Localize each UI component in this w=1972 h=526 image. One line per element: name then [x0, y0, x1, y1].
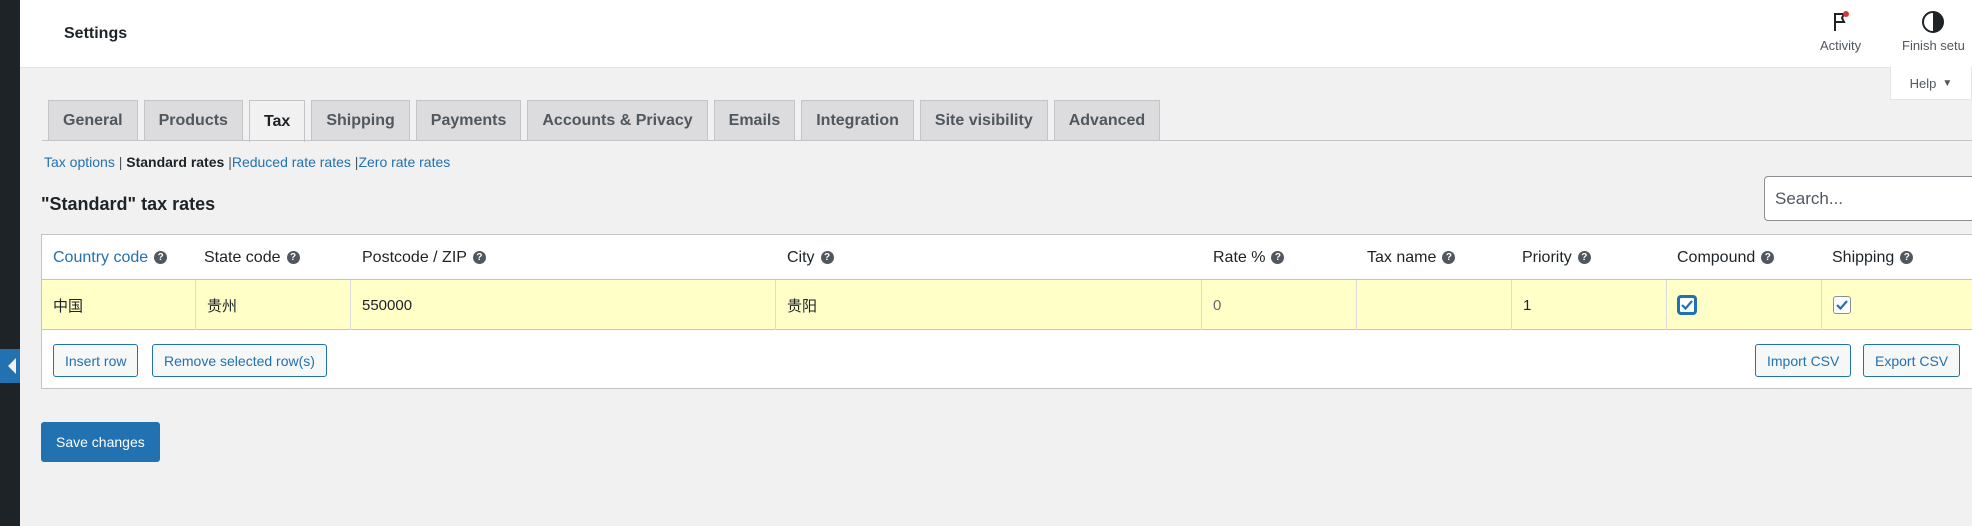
- column-header: Tax name?: [1367, 235, 1456, 280]
- tabs-divider: [42, 140, 1972, 141]
- column-header: Postcode / ZIP?: [362, 235, 486, 280]
- table-row[interactable]: 中国 贵州 550000 贵阳 0 1: [42, 280, 1972, 330]
- checkmark-icon: [1681, 300, 1693, 311]
- help-icon[interactable]: ?: [1442, 251, 1456, 264]
- priority-cell[interactable]: 1: [1512, 280, 1667, 330]
- checkmark-icon: [1836, 300, 1848, 311]
- country-cell[interactable]: 中国: [42, 280, 196, 330]
- column-header: City?: [787, 235, 834, 280]
- remove-rows-button[interactable]: Remove selected row(s): [152, 344, 327, 377]
- column-header: Priority?: [1522, 235, 1591, 280]
- rate-cell[interactable]: 0: [1202, 280, 1357, 330]
- column-header: Compound?: [1677, 235, 1775, 280]
- insert-row-button[interactable]: Insert row: [53, 344, 139, 377]
- tax-subnav: Tax options | Standard rates |Reduced ra…: [44, 154, 450, 170]
- tax-name-cell[interactable]: [1357, 280, 1512, 330]
- help-icon[interactable]: ?: [1900, 251, 1914, 264]
- tab-payments[interactable]: Payments: [415, 100, 522, 141]
- help-icon[interactable]: ?: [1577, 251, 1591, 264]
- tab-general[interactable]: General: [48, 100, 138, 141]
- tab-accounts-privacy[interactable]: Accounts & Privacy: [527, 100, 708, 141]
- help-tab[interactable]: Help ▼: [1890, 67, 1972, 100]
- column-header: Shipping?: [1832, 235, 1914, 280]
- help-icon[interactable]: ?: [472, 251, 486, 264]
- shipping-checkbox[interactable]: [1833, 296, 1851, 314]
- subnav-standard-rates: Standard rates: [126, 154, 225, 170]
- postcode-cell[interactable]: 550000: [351, 280, 776, 330]
- help-icon[interactable]: ?: [820, 251, 834, 264]
- column-header: Rate %?: [1213, 235, 1285, 280]
- half-circle-icon: [1922, 11, 1945, 33]
- save-changes-button[interactable]: Save changes: [41, 422, 160, 462]
- search-input[interactable]: [1764, 176, 1972, 221]
- tab-advanced[interactable]: Advanced: [1053, 100, 1161, 141]
- compound-cell: [1667, 280, 1822, 330]
- help-icon[interactable]: ?: [1761, 251, 1775, 264]
- subnav-reduced-rates-link[interactable]: Reduced rate rates: [232, 154, 351, 170]
- state-cell[interactable]: 贵州: [196, 280, 351, 330]
- help-label: Help: [1909, 75, 1937, 91]
- export-csv-button[interactable]: Export CSV: [1863, 344, 1961, 377]
- finish-setup-button[interactable]: Finish setu: [1902, 10, 1965, 53]
- header-bar: Settings Activity Finish setu: [20, 0, 1972, 68]
- city-cell[interactable]: 贵阳: [776, 280, 1202, 330]
- tab-shipping[interactable]: Shipping: [311, 100, 410, 141]
- tab-products[interactable]: Products: [143, 100, 243, 141]
- settings-tabs: General Products Tax Shipping Payments A…: [48, 100, 1161, 142]
- sidebar-current-indicator-icon: [0, 349, 20, 383]
- subnav-separator: |: [118, 154, 123, 170]
- table-header: Country code? State code? Postcode / ZIP…: [42, 235, 1972, 280]
- compound-checkbox[interactable]: [1678, 296, 1696, 314]
- help-icon[interactable]: ?: [154, 251, 168, 264]
- column-header[interactable]: Country code?: [53, 235, 168, 280]
- tab-site-visibility[interactable]: Site visibility: [919, 100, 1048, 141]
- tax-rates-table: Country code? State code? Postcode / ZIP…: [41, 234, 1972, 389]
- tab-tax[interactable]: Tax: [248, 100, 306, 142]
- help-icon[interactable]: ?: [286, 251, 300, 264]
- page-title: Settings: [64, 25, 128, 42]
- activity-button[interactable]: Activity: [1820, 10, 1861, 53]
- tab-emails[interactable]: Emails: [713, 100, 796, 141]
- admin-sidebar: [0, 0, 20, 526]
- import-csv-button[interactable]: Import CSV: [1755, 344, 1852, 377]
- shipping-cell: [1822, 280, 1972, 330]
- column-header: State code?: [204, 235, 300, 280]
- finish-setup-label: Finish setu: [1902, 38, 1965, 53]
- activity-label: Activity: [1820, 38, 1862, 53]
- tab-integration[interactable]: Integration: [801, 100, 914, 141]
- subnav-tax-options-link[interactable]: Tax options: [44, 154, 115, 170]
- flag-icon: [1833, 11, 1849, 31]
- caret-down-icon: ▼: [1942, 77, 1953, 89]
- section-title: "Standard" tax rates: [41, 194, 216, 214]
- help-icon[interactable]: ?: [1271, 251, 1285, 264]
- subnav-zero-rates-link[interactable]: Zero rate rates: [358, 154, 450, 170]
